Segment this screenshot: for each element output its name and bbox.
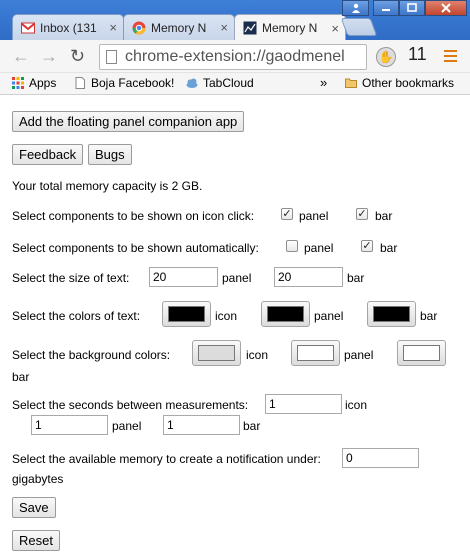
- back-arrow-icon[interactable]: ←: [12, 46, 30, 66]
- page-icon: [106, 50, 117, 64]
- browser-title-bar: Inbox (131 × Memory N × Memory N ×: [0, 0, 470, 41]
- text-color-panel-label: panel: [314, 309, 344, 323]
- seconds-bar-label: bar: [243, 419, 261, 433]
- maximize-icon[interactable]: [399, 0, 425, 16]
- window-close-icon[interactable]: [425, 0, 467, 16]
- minimize-icon[interactable]: [373, 0, 399, 16]
- tab-inbox[interactable]: Inbox (131 ×: [12, 14, 124, 40]
- text-colors-label: Select the colors of text:: [12, 309, 141, 323]
- icon-click-bar-checkbox[interactable]: ✓: [356, 208, 368, 220]
- bar-text-color-fill: [373, 306, 410, 322]
- icon-click-label: Select components to be shown on icon cl…: [12, 209, 255, 223]
- tabcloud-icon: [186, 78, 198, 88]
- other-bookmarks[interactable]: Other bookmarks: [345, 76, 454, 90]
- close-icon[interactable]: ×: [331, 21, 339, 36]
- hand-extension-icon[interactable]: ✋: [376, 47, 396, 67]
- auto-panel-label: panel: [304, 241, 334, 255]
- icon-text-color-picker[interactable]: [162, 301, 211, 327]
- chrome-icon: [132, 21, 146, 34]
- panel-text-color-fill: [267, 306, 304, 322]
- tab-title: Inbox (131: [40, 20, 97, 35]
- text-color-icon-label: icon: [215, 309, 238, 323]
- auto-bar-checkbox[interactable]: ✓: [361, 240, 373, 252]
- close-icon[interactable]: ×: [109, 20, 117, 35]
- icon-text-color-fill: [168, 306, 205, 322]
- panel-seconds-input[interactable]: [31, 415, 108, 435]
- seconds-label: Select the seconds between measurements:: [12, 398, 249, 412]
- user-profile-icon[interactable]: [342, 0, 369, 16]
- bg-color-panel-label: panel: [344, 348, 374, 362]
- apps-grid-icon: [12, 77, 24, 89]
- panel-bg-color-fill: [297, 345, 334, 361]
- auto-bar-label: bar: [380, 241, 398, 255]
- bg-colors-label: Select the background colors:: [12, 348, 171, 362]
- panel-text-color-picker[interactable]: [261, 301, 310, 327]
- icon-click-bar-label: bar: [375, 209, 393, 223]
- icon-seconds-input[interactable]: [265, 394, 342, 414]
- panel-bg-color-picker[interactable]: [291, 340, 340, 366]
- bookmark-label: Boja Facebook!: [91, 76, 175, 90]
- chrome-menu-icon[interactable]: [444, 50, 457, 65]
- auto-show-label: Select components to be shown automatica…: [12, 241, 259, 255]
- text-size-panel-label: panel: [222, 271, 252, 285]
- bar-text-size-input[interactable]: [274, 267, 343, 287]
- reset-button[interactable]: Reset: [12, 530, 60, 551]
- save-button[interactable]: Save: [12, 497, 56, 518]
- bookmark-label: TabCloud: [203, 76, 254, 90]
- tab-memory-1[interactable]: Memory N ×: [123, 14, 235, 40]
- address-text: chrome-extension://gaodmenel: [125, 48, 345, 65]
- notify-unit-label: gigabytes: [12, 472, 64, 486]
- bar-seconds-input[interactable]: [163, 415, 240, 435]
- icon-click-panel-checkbox[interactable]: ✓: [281, 208, 293, 220]
- memory-extension-badge[interactable]: 11: [408, 44, 427, 65]
- notify-threshold-input[interactable]: [342, 448, 419, 468]
- bookmark-tabcloud[interactable]: TabCloud: [186, 76, 254, 90]
- tab-memory-active[interactable]: Memory N ×: [234, 14, 346, 41]
- icon-click-panel-label: panel: [299, 209, 329, 223]
- new-tab-button[interactable]: [340, 18, 378, 36]
- folder-icon: [345, 78, 357, 88]
- bookmark-label: Apps: [29, 76, 57, 90]
- panel-text-size-input[interactable]: [149, 267, 218, 287]
- bar-bg-color-fill: [403, 345, 440, 361]
- add-companion-app-button[interactable]: Add the floating panel companion app: [12, 111, 245, 132]
- text-size-bar-label: bar: [347, 271, 365, 285]
- text-size-label: Select the size of text:: [12, 271, 130, 285]
- bookmark-boja-facebook[interactable]: Boja Facebook!: [74, 76, 174, 90]
- bar-text-color-picker[interactable]: [367, 301, 416, 327]
- gmail-icon: [21, 22, 35, 33]
- bookmark-apps[interactable]: Apps: [12, 76, 56, 90]
- auto-panel-checkbox[interactable]: [286, 240, 298, 252]
- notify-label: Select the available memory to create a …: [12, 452, 321, 466]
- feedback-button[interactable]: Feedback: [12, 144, 84, 165]
- icon-bg-color-fill: [198, 345, 235, 361]
- close-icon[interactable]: ×: [220, 20, 228, 35]
- reload-icon[interactable]: ↻: [70, 46, 85, 66]
- memory-capacity-text: Your total memory capacity is 2 GB.: [12, 179, 203, 193]
- bugs-button[interactable]: Bugs: [88, 144, 132, 165]
- page-icon: [75, 77, 85, 89]
- bookmarks-overflow-icon[interactable]: »: [320, 75, 327, 90]
- icon-bg-color-picker[interactable]: [192, 340, 241, 366]
- browser-toolbar: ← → ↻ chrome-extension://gaodmenel ✋ 11: [0, 40, 470, 73]
- options-page: Add the floating panel companion app Fee…: [0, 96, 470, 558]
- forward-arrow-icon[interactable]: →: [40, 46, 58, 66]
- bookmark-label: Other bookmarks: [362, 76, 455, 90]
- bookmarks-bar: Apps Boja Facebook! TabCloud » Other boo…: [0, 73, 470, 95]
- memory-extension-icon: [243, 21, 257, 35]
- bar-bg-color-picker[interactable]: [397, 340, 446, 366]
- text-color-bar-label: bar: [420, 309, 438, 323]
- bg-color-bar-label: bar: [12, 370, 30, 384]
- address-bar[interactable]: chrome-extension://gaodmenel: [99, 44, 367, 70]
- tab-title: Memory N: [151, 20, 207, 35]
- seconds-icon-label: icon: [345, 398, 368, 412]
- tab-title: Memory N: [262, 21, 318, 35]
- seconds-panel-label: panel: [112, 419, 142, 433]
- bg-color-icon-label: icon: [246, 348, 269, 362]
